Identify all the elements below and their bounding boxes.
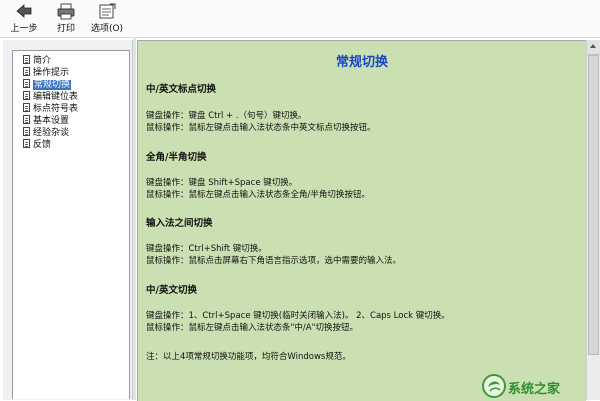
watermark-text: 系统之家 [508,382,561,397]
back-button[interactable]: 上一步 [6,3,42,34]
tree-item-label: 操作提示 [33,68,70,78]
watermark-logo-icon [482,374,506,398]
document-icon [23,91,30,100]
tree-item-basic-settings[interactable]: 基本设置 [23,115,69,127]
back-label: 上一步 [10,24,38,34]
tree-item-feedback[interactable]: 反馈 [23,139,51,151]
tree-item-label: 基本设置 [33,116,70,126]
section-line: 键盘操作：键盘 Ctrl + .（句号）键切换。 [146,111,307,121]
tree-item-tips[interactable]: 操作提示 [23,67,69,79]
section-line: 键盘操作：Ctrl+Shift 键切换。 [146,244,267,254]
document-icon [23,55,30,64]
section-heading: 输入法之间切换 [146,218,213,229]
section-line: 键盘操作：1、Ctrl+Space 键切换(临时关闭输入法)。 2、Caps L… [146,311,450,321]
tree-item-label: 经验杂谈 [33,128,70,138]
section-heading: 全角/半角切换 [146,152,207,163]
options-label: 选项(O) [90,24,124,34]
tree-item-label: 编辑键位表 [33,92,79,102]
toolbar: 上一步 打印 选项(O) [0,0,600,38]
scroll-up-button[interactable] [587,40,600,55]
tree-item-label: 标点符号表 [33,104,79,114]
tree-item-edit-keys[interactable]: 编辑键位表 [23,91,78,103]
help-content-pane: 常规切换 中/英文标点切换 键盘操作：键盘 Ctrl + .（句号）键切换。 鼠… [137,40,586,401]
section-line: 鼠标操作：鼠标左键点击输入法状态条中英文标点切换按钮。 [146,123,376,133]
back-arrow-icon [6,3,42,21]
tree-item-punctuation[interactable]: 标点符号表 [23,103,78,115]
page-title: 常规切换 [335,55,388,70]
section-heading: 中/英文切换 [146,285,197,296]
section-line: 键盘操作：键盘 Shift+Space 键切换。 [146,178,298,188]
tree-item-general-switch[interactable]: 常规切换 [23,79,72,91]
scroll-thumb[interactable] [588,55,599,355]
document-icon [23,67,30,76]
navigation-pane: 简介 操作提示 常规切换 编辑键位表 标点符号表 基本设置 经验杂谈 反馈 [3,40,133,400]
section-heading: 中/英文标点切换 [146,84,216,95]
section-line: 鼠标操作：鼠标点击屏幕右下角语言指示选项，选中需要的输入法。 [146,256,402,266]
section-line: 鼠标操作：鼠标左键点击输入法状态条"中/A"切换按钮。 [146,323,359,333]
printer-icon [52,3,80,21]
section-line: 鼠标操作：鼠标左键点击输入法状态条全角/半角切换按钮。 [146,190,370,200]
tree-item-label: 常规切换 [33,80,72,90]
document-icon [23,79,30,88]
document-icon [23,103,30,112]
print-button[interactable]: 打印 [52,3,80,34]
tree-item-label: 反馈 [33,140,52,150]
contents-tree: 简介 操作提示 常规切换 编辑键位表 标点符号表 基本设置 经验杂谈 反馈 [12,50,130,399]
document-icon [23,127,30,136]
tree-item-label: 简介 [33,56,52,66]
tree-item-intro[interactable]: 简介 [23,55,51,67]
print-label: 打印 [56,24,75,34]
document-icon [23,115,30,124]
options-icon [86,3,128,21]
document-icon [23,139,30,148]
pane-splitter[interactable] [133,37,136,400]
options-button[interactable]: 选项(O) [86,3,128,34]
footnote: 注：以上4项常规切换功能项，均符合Windows规范。 [146,352,351,362]
site-watermark: 系统之家 [478,372,600,400]
tree-item-experience[interactable]: 经验杂谈 [23,127,69,139]
vertical-scrollbar[interactable] [586,40,600,400]
